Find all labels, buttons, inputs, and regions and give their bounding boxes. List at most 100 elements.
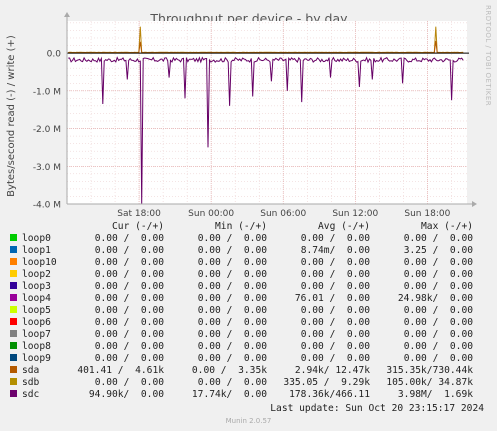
- legend-row: sdb 0.00 / 0.00 0.00 / 0.00 335.05 / 9.29k 1…: [10, 377, 473, 389]
- legend-swatch: [10, 329, 17, 337]
- legend-max-value: 0.00 / 0.00: [403, 329, 473, 340]
- legend-row: loop8 0.00 / 0.00 0.00 / 0.00 0.00 / 0.00 0.…: [10, 341, 473, 353]
- legend-cur-value: 0.00 / 0.00: [94, 305, 164, 316]
- legend-avg-value: 0.00 / 0.00: [300, 317, 370, 328]
- rrdtool-watermark: RRDTOOL / TOBI OETIKER: [484, 5, 492, 107]
- legend-max-value: 0.00 / 0.00: [403, 281, 473, 292]
- legend-swatch: [10, 257, 17, 265]
- legend-avg-value: 0.00 / 0.00: [300, 353, 370, 364]
- legend-cur-value: 401.41 / 4.61k: [77, 365, 164, 376]
- legend-cur-value: 0.00 / 0.00: [94, 353, 164, 364]
- legend-max-value: 0.00 / 0.00: [403, 317, 473, 328]
- legend-min-value: 0.00 / 0.00: [197, 257, 267, 268]
- legend-cur-value: 0.00 / 0.00: [94, 377, 164, 388]
- legend-min-value: 0.00 / 0.00: [197, 233, 267, 244]
- last-update: Last update: Sun Oct 20 23:15:17 2024: [270, 403, 484, 414]
- legend-device-label: sda: [22, 365, 40, 376]
- legend-device-label: loop3: [22, 281, 51, 292]
- legend-device-label: loop10: [22, 257, 57, 268]
- legend-row: loop1 0.00 / 0.00 0.00 / 0.00 8.74m/ 0.00 3.…: [10, 245, 473, 257]
- legend-swatch: [10, 341, 17, 349]
- legend-swatch: [10, 233, 17, 241]
- legend-cur-value: 0.00 / 0.00: [94, 293, 164, 304]
- legend-avg-value: 0.00 / 0.00: [300, 269, 370, 280]
- legend-device-name: loop9: [10, 353, 72, 365]
- legend-device-name: sdb: [10, 377, 72, 389]
- legend-max-value: 0.00 / 0.00: [403, 341, 473, 352]
- legend-device-name: loop7: [10, 329, 72, 341]
- legend-device-name: loop2: [10, 269, 72, 281]
- legend-swatch: [10, 245, 17, 253]
- legend-header-min: Min (-/+): [215, 221, 267, 232]
- legend-min-value: 0.00 / 0.00: [197, 377, 267, 388]
- legend-max-value: 315.35k/730.44k: [386, 365, 473, 376]
- legend-row: loop10 0.00 / 0.00 0.00 / 0.00 0.00 / 0.00 0…: [10, 257, 473, 269]
- legend-avg-value: 2.94k/ 12.47k: [294, 365, 370, 376]
- legend-row: loop7 0.00 / 0.00 0.00 / 0.00 0.00 / 0.00 0.…: [10, 329, 473, 341]
- x-tick-label: Sun 06:00: [260, 209, 306, 219]
- legend-cur-value: 0.00 / 0.00: [94, 245, 164, 256]
- legend-avg-value: 0.00 / 0.00: [300, 257, 370, 268]
- throughput-chart: Throughput per device - by day 0.0-1.0 M…: [6, 11, 477, 219]
- legend-min-value: 0.00 / 0.00: [197, 329, 267, 340]
- legend-device-name: loop4: [10, 293, 72, 305]
- legend-min-value: 0.00 / 0.00: [197, 341, 267, 352]
- legend-row: loop0 0.00 / 0.00 0.00 / 0.00 0.00 / 0.00 0.…: [10, 233, 473, 245]
- legend-device-name: sdc: [10, 389, 72, 401]
- legend-cur-value: 0.00 / 0.00: [94, 257, 164, 268]
- y-tick-label: 0.0: [47, 50, 62, 60]
- legend-device-name: loop1: [10, 245, 72, 257]
- legend-swatch: [10, 365, 17, 373]
- legend-rows: loop0 0.00 / 0.00 0.00 / 0.00 0.00 / 0.00 0.…: [10, 233, 473, 401]
- legend-avg-value: 0.00 / 0.00: [300, 341, 370, 352]
- legend-header-max: Max (-/+): [421, 221, 473, 232]
- legend-avg-value: 76.01 / 0.00: [294, 293, 370, 304]
- legend-row: loop9 0.00 / 0.00 0.00 / 0.00 0.00 / 0.00 0.…: [10, 353, 473, 365]
- legend-max-value: 0.00 / 0.00: [403, 269, 473, 280]
- x-tick-label: Sat 18:00: [117, 209, 161, 219]
- legend-min-value: 0.00 / 0.00: [197, 317, 267, 328]
- legend-row: loop3 0.00 / 0.00 0.00 / 0.00 0.00 / 0.00 0.…: [10, 281, 473, 293]
- y-axis-arrow: [64, 12, 70, 17]
- y-axis-label: Bytes/second read (-) / write (+): [6, 35, 17, 197]
- legend-row: loop5 0.00 / 0.00 0.00 / 0.00 0.00 / 0.00 0.…: [10, 305, 473, 317]
- legend-min-value: 0.00 / 0.00: [197, 293, 267, 304]
- legend-max-value: 24.98k/ 0.00: [397, 293, 473, 304]
- legend-swatch: [10, 269, 17, 277]
- legend-device-label: loop8: [22, 341, 51, 352]
- legend-device-label: sdb: [22, 377, 40, 388]
- legend-row: sdc 94.90k/ 0.00 17.74k/ 0.00 178.36k/466.1…: [10, 389, 473, 401]
- x-tick-label: Sun 18:00: [404, 209, 450, 219]
- legend-avg-value: 0.00 / 0.00: [300, 233, 370, 244]
- legend-swatch: [10, 317, 17, 325]
- legend-device-label: loop4: [22, 293, 51, 304]
- legend-table: Cur (-/+) Min (-/+) Avg (-/+) Max (-/+) …: [10, 221, 473, 401]
- legend-min-value: 0.00 / 0.00: [197, 269, 267, 280]
- legend-swatch: [10, 293, 17, 301]
- legend-header-avg: Avg (-/+): [318, 221, 370, 232]
- legend-device-label: loop0: [22, 233, 51, 244]
- legend-min-value: 0.00 / 3.35k: [191, 365, 267, 376]
- legend-device-name: loop10: [10, 257, 72, 269]
- legend-min-value: 0.00 / 0.00: [197, 245, 267, 256]
- legend-device-name: sda: [10, 365, 72, 377]
- legend-device-name: loop8: [10, 341, 72, 353]
- legend-avg-value: 0.00 / 0.00: [300, 329, 370, 340]
- legend-device-label: loop9: [22, 353, 51, 364]
- legend-swatch: [10, 389, 17, 397]
- x-axis-arrow: [472, 201, 477, 207]
- legend-avg-value: 335.05 / 9.29k: [283, 377, 370, 388]
- legend-header-row: Cur (-/+) Min (-/+) Avg (-/+) Max (-/+): [10, 221, 473, 233]
- legend-cur-value: 0.00 / 0.00: [94, 233, 164, 244]
- legend-cur-value: 0.00 / 0.00: [94, 329, 164, 340]
- munin-version: Munin 2.0.57: [225, 417, 272, 425]
- plot-background: [67, 21, 467, 204]
- legend-min-value: 17.74k/ 0.00: [191, 389, 267, 400]
- legend-device-label: sdc: [22, 389, 40, 400]
- legend-max-value: 3.98M/ 1.69k: [397, 389, 473, 400]
- legend-device-label: loop7: [22, 329, 51, 340]
- legend-min-value: 0.00 / 0.00: [197, 353, 267, 364]
- legend-cur-value: 94.90k/ 0.00: [88, 389, 164, 400]
- legend-header-name: [10, 221, 72, 233]
- y-tick-label: -4.0 M: [33, 201, 61, 211]
